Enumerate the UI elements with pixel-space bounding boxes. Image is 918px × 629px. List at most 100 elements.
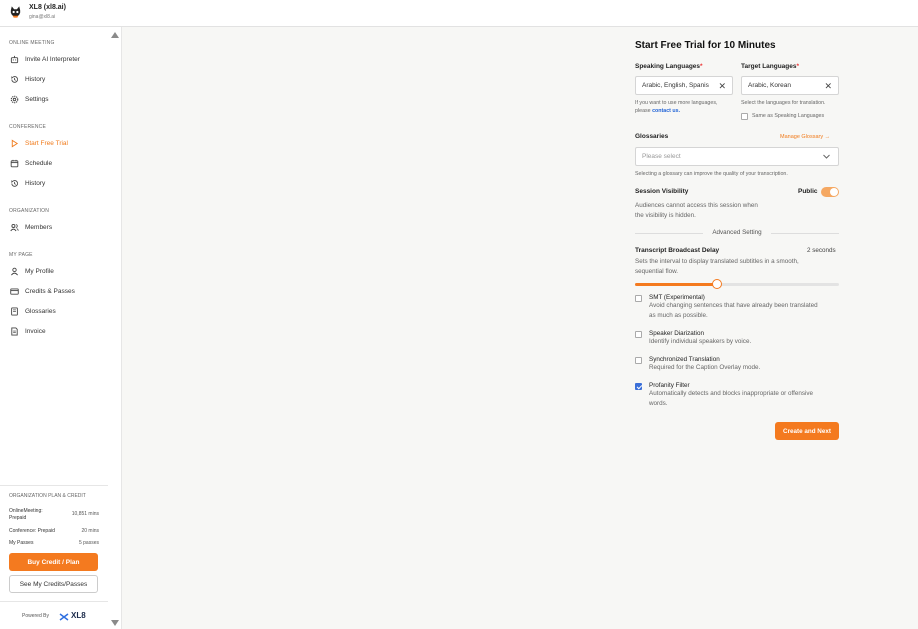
glossary-hint: Selecting a glossary can improve the qua… — [635, 171, 788, 177]
robot-icon — [10, 55, 19, 63]
see-credits-button[interactable]: See My Credits/Passes — [9, 575, 98, 593]
sidebar-item-settings[interactable]: Settings — [10, 93, 49, 105]
contact-us-link[interactable]: contact us. — [652, 108, 680, 114]
target-languages-text: Target Languages — [741, 63, 797, 70]
sidebar-item-label: History — [25, 75, 46, 83]
required-mark: * — [700, 63, 703, 70]
visibility-toggle[interactable] — [821, 187, 839, 197]
sidebar-divider — [0, 601, 108, 602]
target-languages-value: Arabic, Korean — [748, 82, 791, 89]
sidebar-scrollbar[interactable] — [108, 27, 122, 629]
speaking-hint-line-2: please — [635, 107, 651, 114]
speaking-languages-value: Arabic, English, Spanis — [642, 82, 709, 89]
option-profanity-filter: Profanity Filter Automatically detects a… — [649, 382, 841, 408]
visibility-description: Audiences cannot access this session whe… — [635, 201, 758, 220]
sidebar-item-label: Invoice — [25, 327, 46, 335]
sidebar-item-label: Members — [25, 223, 53, 231]
target-languages-label: Target Languages* — [741, 63, 799, 70]
scroll-down-icon[interactable] — [111, 620, 119, 626]
buy-credit-button[interactable]: Buy Credit / Plan — [9, 553, 98, 571]
plan-online-value: 10,851 mins — [71, 511, 99, 517]
speaking-languages-text: Speaking Languages — [635, 63, 701, 70]
invoice-icon — [11, 326, 18, 336]
session-visibility-label: Session Visibility — [635, 188, 689, 195]
smt-checkbox[interactable] — [635, 295, 642, 302]
option-title: Speaker Diarization — [649, 330, 704, 337]
speaking-hint-line-1: If you want to use more languages, — [635, 100, 718, 106]
speaking-languages-select[interactable]: Arabic, English, Spanis ✕ — [635, 76, 733, 95]
history-icon — [10, 75, 18, 83]
powered-by-label: Powered By — [22, 613, 49, 619]
sidebar-item-label: History — [25, 179, 46, 187]
sidebar-item-invoice[interactable]: Invoice — [10, 325, 46, 337]
glossaries-label: Glossaries — [635, 133, 669, 140]
visibility-desc-line-1: Audiences cannot access this session whe… — [635, 202, 758, 209]
manage-glossary-link[interactable]: Manage Glossary → — [780, 134, 830, 140]
target-languages-hint: Select the languages for translation. — [741, 100, 826, 106]
page-title: Start Free Trial for 10 Minutes — [635, 40, 776, 51]
advanced-setting-heading: Advanced Setting — [712, 229, 762, 236]
sidebar-item-history-meeting[interactable]: History — [10, 73, 45, 85]
sidebar-item-history-conference[interactable]: History — [10, 177, 45, 189]
option-synchronized-translation: Synchronized Translation Required for th… — [649, 356, 841, 373]
sidebar-item-glossaries[interactable]: Glossaries — [10, 305, 56, 317]
option-desc: Avoid changing sentences that have alrea… — [649, 302, 818, 309]
gear-icon — [10, 95, 19, 103]
user-icon — [10, 267, 19, 275]
option-smt: SMT (Experimental) Avoid changing senten… — [649, 294, 841, 320]
option-speaker-diarization: Speaker Diarization Identify individual … — [649, 330, 841, 347]
members-icon — [10, 223, 19, 231]
plan-passes: My Passes 5 passes — [9, 540, 99, 546]
broadcast-delay-description: Sets the interval to display translated … — [635, 257, 799, 276]
chevron-down-icon — [823, 154, 830, 159]
arrow-right-icon: → — [824, 134, 831, 140]
sidebar-item-label: Invite AI Interpreter — [25, 55, 80, 63]
sidebar-item-members[interactable]: Members — [10, 221, 52, 233]
plan-passes-value: 5 passes — [78, 540, 99, 546]
speaker-diarization-checkbox[interactable] — [635, 331, 642, 338]
target-languages-select[interactable]: Arabic, Korean ✕ — [741, 76, 839, 95]
sidebar-item-credits-passes[interactable]: Credits & Passes — [10, 285, 75, 297]
delay-slider-fill — [635, 283, 717, 286]
clear-speaking-icon[interactable]: ✕ — [718, 81, 726, 92]
visibility-desc-line-2: the visibility is hidden. — [635, 211, 696, 219]
card-icon — [10, 288, 19, 295]
create-and-next-button[interactable]: Create and Next — [775, 422, 839, 440]
section-organization: ORGANIZATION — [9, 208, 50, 214]
account-name: XL8 (xl8.ai) — [29, 4, 66, 11]
sidebar-item-label: Schedule — [25, 159, 53, 167]
sidebar-item-label: Settings — [25, 95, 49, 103]
broadcast-delay-value: 2 seconds — [807, 247, 836, 254]
broadcast-delay-label: Transcript Broadcast Delay — [635, 247, 720, 254]
clear-target-icon[interactable]: ✕ — [824, 81, 832, 92]
plan-online-meeting: OnlineMeeting: Prepaid 10,851 mins — [9, 508, 99, 522]
advanced-divider-right — [771, 233, 839, 234]
xl8-logo-icon — [59, 613, 69, 621]
same-as-speaking-checkbox[interactable] — [741, 113, 748, 120]
option-desc: Identify individual speakers by voice. — [649, 338, 752, 345]
option-title: SMT (Experimental) — [649, 294, 705, 301]
book-icon — [11, 306, 18, 316]
synchronized-translation-checkbox[interactable] — [635, 357, 642, 364]
sidebar-item-label: Credits & Passes — [25, 287, 75, 295]
delay-slider-thumb[interactable] — [711, 279, 722, 289]
option-desc: words. — [649, 399, 668, 407]
top-bar: XL8 (xl8.ai) gina@xl8.ai — [0, 0, 918, 27]
option-desc: Automatically detects and blocks inappro… — [649, 390, 814, 397]
scroll-up-icon[interactable] — [111, 32, 119, 38]
sidebar-item-schedule[interactable]: Schedule — [10, 157, 52, 169]
sidebar-item-invite-ai-interpreter[interactable]: Invite AI Interpreter — [10, 53, 80, 65]
sidebar-item-my-profile[interactable]: My Profile — [10, 265, 54, 277]
history-icon — [10, 179, 18, 187]
sidebar-item-label: My Profile — [25, 267, 54, 275]
option-desc: Required for the Caption Overlay mode. — [649, 364, 761, 371]
advanced-divider-left — [635, 233, 703, 234]
sidebar-divider — [0, 485, 108, 486]
xl8-brand: XL8 — [71, 611, 86, 620]
sidebar-item-start-free-trial[interactable]: Start Free Trial — [10, 137, 68, 149]
option-desc: as much as possible. — [649, 311, 708, 319]
account-avatar-icon[interactable] — [9, 5, 22, 19]
profanity-filter-checkbox[interactable] — [635, 383, 642, 390]
glossary-select[interactable]: Please select — [635, 147, 839, 166]
account-email: gina@xl8.ai — [29, 14, 56, 20]
